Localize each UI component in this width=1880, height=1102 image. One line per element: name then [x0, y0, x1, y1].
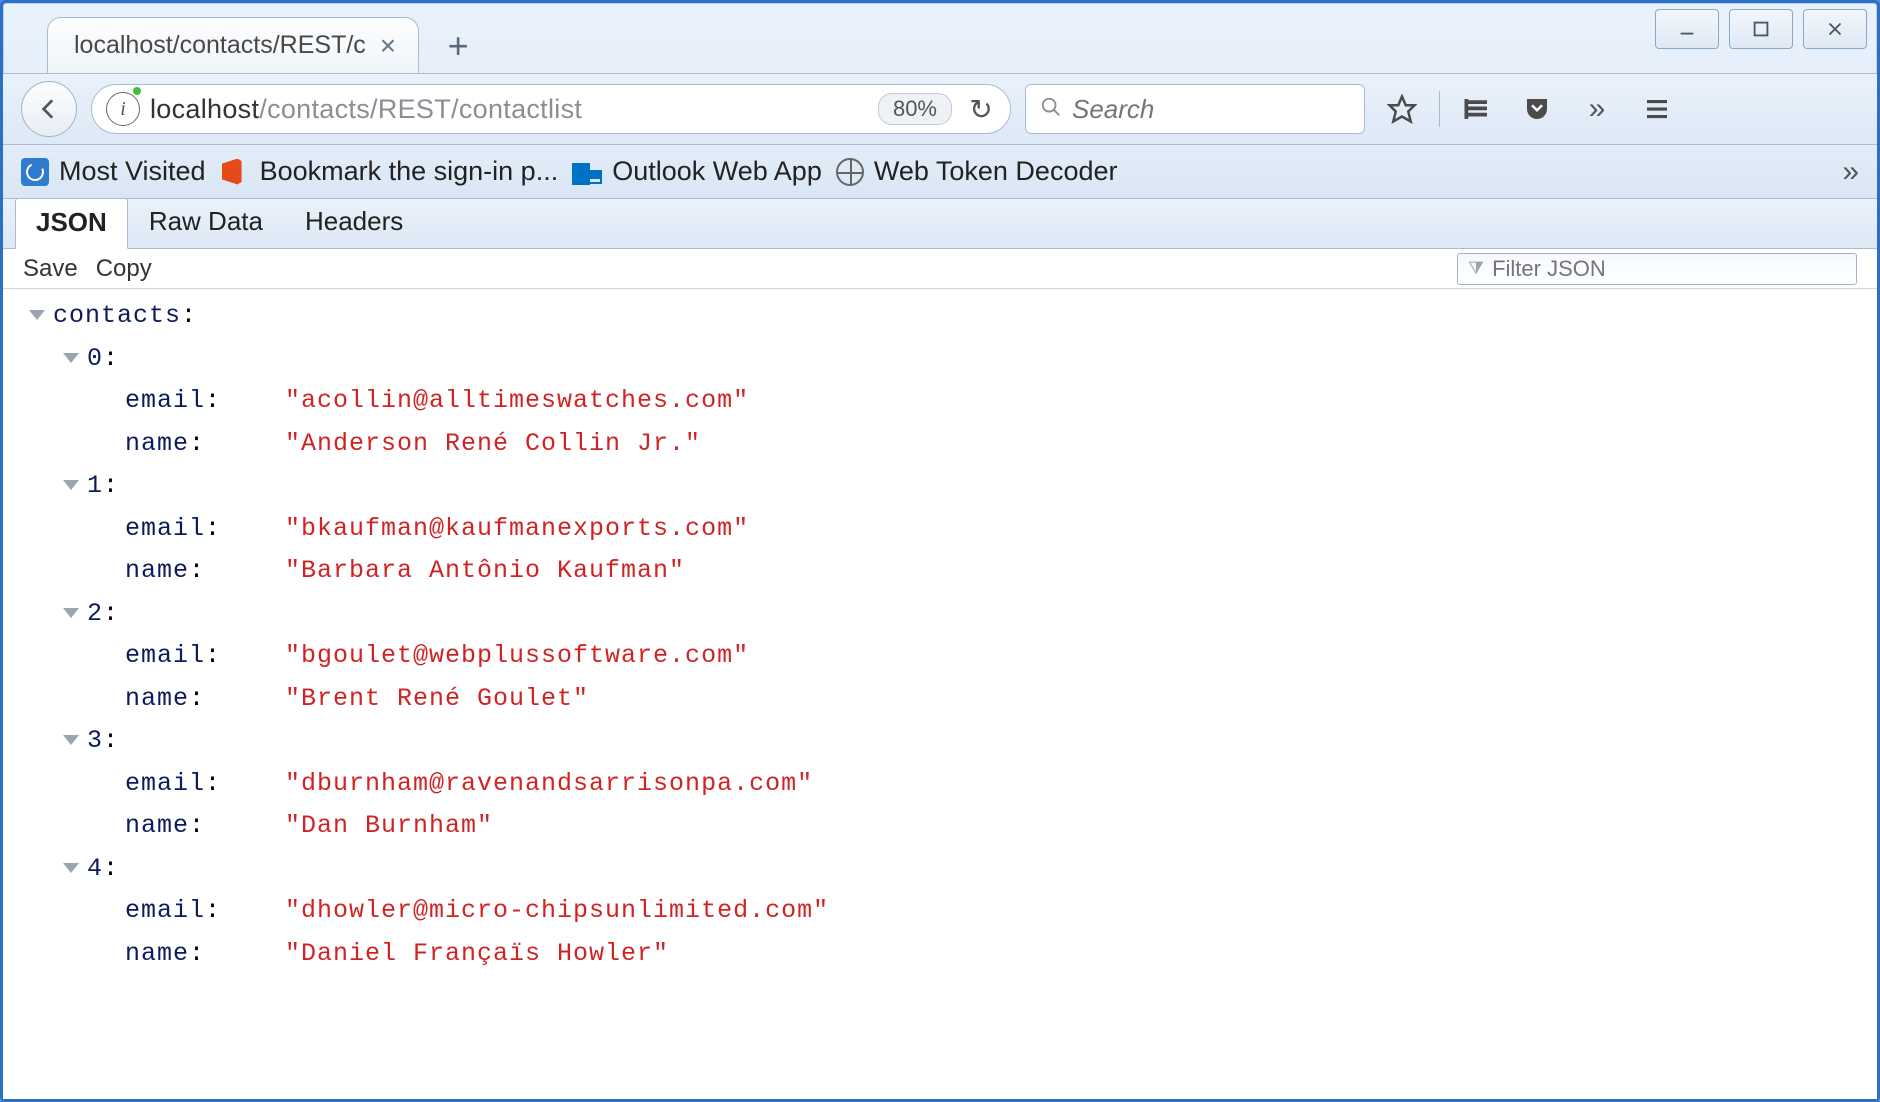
json-body[interactable]: contacts:0:email:"acollin@alltimeswatche… [3, 289, 1877, 1099]
json-value: "bgoulet@webplussoftware.com" [285, 635, 749, 678]
json-value: "acollin@alltimeswatches.com" [285, 380, 749, 423]
json-root[interactable]: contacts: [29, 295, 1877, 338]
tab-raw-data[interactable]: Raw Data [128, 199, 284, 248]
twisty-icon[interactable] [63, 735, 79, 745]
filter-json-input[interactable] [1492, 256, 1846, 282]
json-array-item[interactable]: 1: [29, 465, 1877, 508]
json-value: "Anderson René Collin Jr." [285, 423, 701, 466]
json-viewer: JSON Raw Data Headers Save Copy ⧩ contac… [3, 199, 1877, 1099]
twisty-icon[interactable] [63, 608, 79, 618]
new-tab-button[interactable]: + [437, 25, 479, 67]
json-array-item[interactable]: 2: [29, 593, 1877, 636]
filter-icon: ⧩ [1468, 258, 1484, 279]
library-icon[interactable] [1454, 86, 1500, 132]
json-value: "Brent René Goulet" [285, 678, 589, 721]
json-kv-name: name:"Brent René Goulet" [29, 678, 1877, 721]
tab-strip: localhost/contacts/REST/c × + [3, 3, 1877, 73]
bookmark-o365[interactable]: Bookmark the sign-in p... [220, 156, 559, 187]
json-array-item[interactable]: 4: [29, 848, 1877, 891]
url-path: /contacts/REST/contactlist [259, 94, 582, 124]
viewer-tabs: JSON Raw Data Headers [3, 199, 1877, 249]
toolbar-separator [1439, 91, 1440, 127]
json-value: "Dan Burnham" [285, 805, 493, 848]
url-text: localhost/contacts/REST/contactlist [150, 94, 582, 125]
search-box[interactable] [1025, 84, 1365, 134]
json-kv-email: email:"bgoulet@webplussoftware.com" [29, 635, 1877, 678]
viewer-action-bar: Save Copy ⧩ [3, 249, 1877, 289]
twisty-icon[interactable] [63, 480, 79, 490]
hamburger-menu-icon[interactable] [1634, 86, 1680, 132]
browser-tab[interactable]: localhost/contacts/REST/c × [47, 17, 419, 73]
twisty-icon[interactable] [63, 353, 79, 363]
pocket-icon[interactable] [1514, 86, 1560, 132]
bookmark-label: Most Visited [59, 156, 206, 187]
bookmarks-bar: Most Visited Bookmark the sign-in p... O… [3, 145, 1877, 199]
filter-json-box[interactable]: ⧩ [1457, 253, 1857, 285]
json-value: "dburnham@ravenandsarrisonpa.com" [285, 763, 813, 806]
json-kv-email: email:"bkaufman@kaufmanexports.com" [29, 508, 1877, 551]
reload-button[interactable]: ↻ [962, 93, 1000, 126]
most-visited-icon [21, 158, 49, 186]
bookmark-label: Outlook Web App [612, 156, 822, 187]
bookmark-outlook[interactable]: Outlook Web App [572, 156, 822, 187]
json-kv-name: name:"Dan Burnham" [29, 805, 1877, 848]
copy-action[interactable]: Copy [96, 255, 152, 283]
json-value: "Daniel Françaïs Howler" [285, 933, 669, 976]
site-identity-icon[interactable]: i [106, 92, 140, 126]
json-kv-email: email:"dhowler@micro-chipsunlimited.com" [29, 890, 1877, 933]
minimize-button[interactable] [1655, 9, 1719, 49]
globe-icon [836, 158, 864, 186]
tab-close-icon[interactable]: × [380, 32, 396, 60]
bookmark-web-token-decoder[interactable]: Web Token Decoder [836, 156, 1118, 187]
browser-window: localhost/contacts/REST/c × + i localhos… [0, 0, 1880, 1102]
url-bar[interactable]: i localhost/contacts/REST/contactlist 80… [91, 84, 1011, 134]
url-host: localhost [150, 94, 259, 124]
maximize-button[interactable] [1729, 9, 1793, 49]
json-kv-email: email:"acollin@alltimeswatches.com" [29, 380, 1877, 423]
save-action[interactable]: Save [23, 255, 78, 283]
json-value: "dhowler@micro-chipsunlimited.com" [285, 890, 829, 933]
window-controls [1655, 9, 1867, 49]
json-array-item[interactable]: 3: [29, 720, 1877, 763]
twisty-icon[interactable] [63, 863, 79, 873]
json-value: "bkaufman@kaufmanexports.com" [285, 508, 749, 551]
search-input[interactable] [1072, 94, 1350, 125]
json-kv-email: email:"dburnham@ravenandsarrisonpa.com" [29, 763, 1877, 806]
json-value: "Barbara Antônio Kaufman" [285, 550, 685, 593]
zoom-badge[interactable]: 80% [878, 93, 952, 125]
search-icon [1040, 96, 1062, 123]
json-kv-name: name:"Barbara Antônio Kaufman" [29, 550, 1877, 593]
json-kv-name: name:"Anderson René Collin Jr." [29, 423, 1877, 466]
twisty-icon[interactable] [29, 310, 45, 320]
bookmark-label: Web Token Decoder [874, 156, 1118, 187]
close-button[interactable] [1803, 9, 1867, 49]
tab-title: localhost/contacts/REST/c [74, 31, 366, 60]
navigation-toolbar: i localhost/contacts/REST/contactlist 80… [3, 73, 1877, 145]
bookmark-label: Bookmark the sign-in p... [260, 156, 559, 187]
bookmark-most-visited[interactable]: Most Visited [21, 156, 206, 187]
json-array-item[interactable]: 0: [29, 338, 1877, 381]
tab-headers[interactable]: Headers [284, 199, 424, 248]
bookmarks-overflow-icon[interactable]: » [1842, 155, 1859, 189]
bookmark-star-icon[interactable] [1379, 86, 1425, 132]
back-button[interactable] [21, 81, 77, 137]
toolbar-overflow-icon[interactable]: » [1574, 86, 1620, 132]
office-icon [220, 157, 250, 187]
tab-json[interactable]: JSON [15, 199, 128, 249]
outlook-icon [572, 157, 602, 187]
json-kv-name: name:"Daniel Françaïs Howler" [29, 933, 1877, 976]
